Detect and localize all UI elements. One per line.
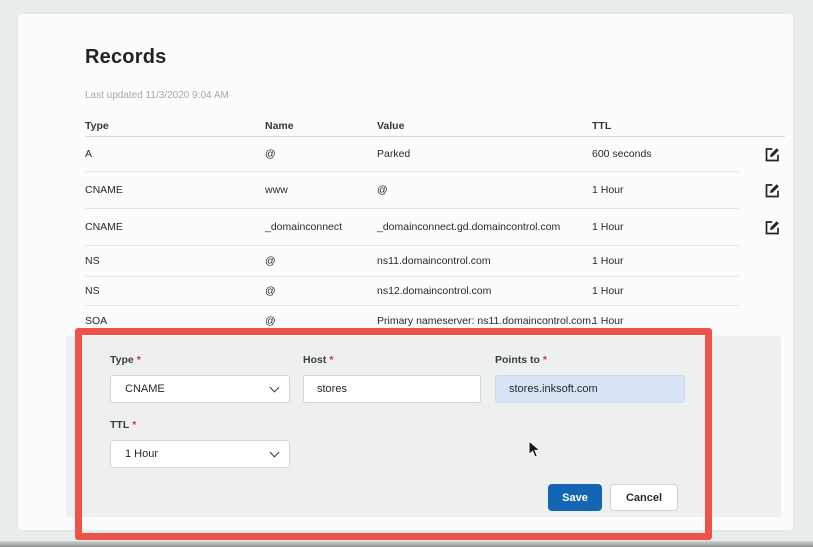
- record-ttl: 1 Hour: [592, 315, 739, 327]
- chevron-down-icon: [270, 382, 280, 392]
- table-row: NS @ ns11.domaincontrol.com 1 Hour: [85, 246, 785, 277]
- mouse-cursor-icon: [528, 440, 542, 464]
- record-type: CNAME: [85, 184, 265, 196]
- record-name: _domainconnect: [265, 221, 377, 233]
- record-type: NS: [85, 285, 265, 297]
- records-table-body: A @ Parked 600 seconds CNAME ww: [85, 137, 785, 335]
- host-field-label: Host*: [303, 354, 333, 366]
- record-type: NS: [85, 255, 265, 267]
- edit-record-button[interactable]: [763, 219, 781, 237]
- record-type: SOA: [85, 315, 265, 327]
- window-bottom-edge: [0, 541, 813, 547]
- record-value: ns12.domaincontrol.com: [377, 285, 592, 297]
- record-name: @: [265, 255, 377, 267]
- ttl-select-value: 1 Hour: [125, 448, 158, 460]
- column-header-name: Name: [265, 120, 377, 132]
- host-input[interactable]: [303, 375, 481, 403]
- cancel-button[interactable]: Cancel: [610, 484, 678, 511]
- record-ttl: 1 Hour: [592, 285, 739, 297]
- ttl-select[interactable]: 1 Hour: [110, 440, 290, 468]
- type-field-label: Type*: [110, 354, 141, 366]
- record-type: A: [85, 148, 265, 160]
- table-row: A @ Parked 600 seconds: [85, 137, 785, 172]
- column-header-value: Value: [377, 120, 592, 132]
- record-value: _domainconnect.gd.domaincontrol.com: [377, 221, 592, 233]
- edit-record-button[interactable]: [763, 182, 781, 200]
- page-title: Records: [85, 46, 166, 69]
- last-updated-text: Last updated 11/3/2020 9:04 AM: [85, 90, 229, 101]
- edit-pencil-icon: [764, 151, 781, 166]
- record-type: CNAME: [85, 221, 265, 233]
- table-row: CNAME www @ 1 Hour: [85, 172, 785, 209]
- type-select[interactable]: CNAME: [110, 375, 290, 403]
- save-button[interactable]: Save: [548, 484, 602, 511]
- points-to-input[interactable]: [495, 375, 685, 403]
- table-row: NS @ ns12.domaincontrol.com 1 Hour: [85, 277, 785, 306]
- record-name: @: [265, 148, 377, 160]
- record-ttl: 1 Hour: [592, 184, 739, 196]
- record-name: @: [265, 285, 377, 297]
- table-row: CNAME _domainconnect _domainconnect.gd.d…: [85, 209, 785, 246]
- record-ttl: 1 Hour: [592, 221, 739, 233]
- record-name: www: [265, 184, 377, 196]
- edit-pencil-icon: [764, 224, 781, 239]
- table-row: SOA @ Primary nameserver: ns11.domaincon…: [85, 306, 785, 335]
- required-asterisk: *: [132, 419, 136, 431]
- dns-records-screen: Records Last updated 11/3/2020 9:04 AM T…: [0, 0, 813, 547]
- required-asterisk: *: [137, 354, 141, 366]
- record-value: @: [377, 184, 592, 196]
- record-ttl: 600 seconds: [592, 148, 739, 160]
- edit-pencil-icon: [764, 187, 781, 202]
- record-ttl: 1 Hour: [592, 255, 739, 267]
- ttl-field-label: TTL*: [110, 419, 136, 431]
- type-select-value: CNAME: [125, 383, 165, 395]
- record-name: @: [265, 315, 377, 327]
- table-header-row: Type Name Value TTL: [85, 115, 785, 137]
- record-value: Parked: [377, 148, 592, 160]
- required-asterisk: *: [543, 354, 547, 366]
- records-table: Type Name Value TTL A @ Parked 600 secon…: [85, 115, 785, 335]
- record-value: ns11.domaincontrol.com: [377, 255, 592, 267]
- points-to-field-label: Points to*: [495, 354, 547, 366]
- required-asterisk: *: [329, 354, 333, 366]
- edit-record-button[interactable]: [763, 146, 781, 164]
- record-value: Primary nameserver: ns11.domaincontrol.c…: [377, 315, 592, 327]
- chevron-down-icon: [270, 447, 280, 457]
- column-header-ttl: TTL: [592, 120, 739, 132]
- column-header-type: Type: [85, 120, 265, 132]
